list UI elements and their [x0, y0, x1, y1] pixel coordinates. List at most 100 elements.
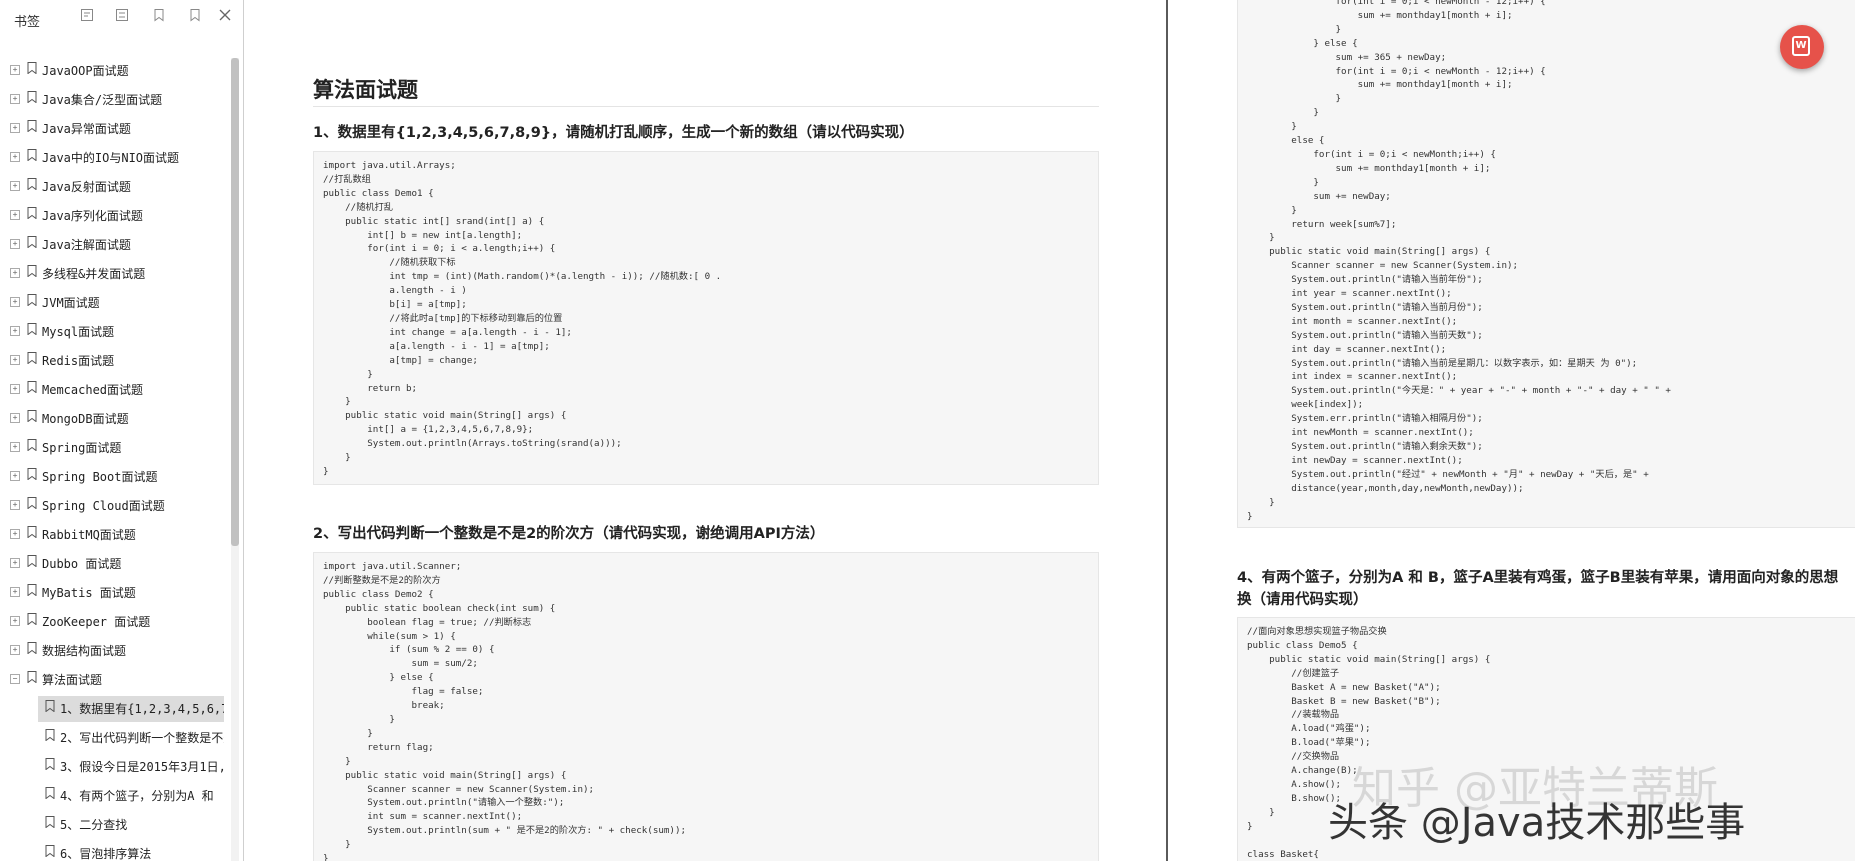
- bookmark-item[interactable]: + Memcached面试题: [0, 377, 232, 406]
- bookmark-item-expanded[interactable]: − 算法面试题: [0, 667, 232, 696]
- bookmark-label: Spring Cloud面试题: [42, 499, 165, 513]
- expand-icon[interactable]: +: [10, 558, 20, 568]
- bookmark-icon[interactable]: [186, 8, 204, 26]
- expand-icon[interactable]: +: [10, 268, 20, 278]
- bookmark-label: Java反射面试题: [42, 180, 131, 194]
- bookmark-icon: [27, 671, 37, 683]
- bookmark-item[interactable]: + Redis面试题: [0, 348, 232, 377]
- bookmark-item[interactable]: + JVM面试题: [0, 290, 232, 319]
- bookmark-panel: 书签 + JavaOOP面试题 + Java集合/泛型面试题 + Java异常面试题 …: [0, 0, 244, 861]
- bookmark-label: Memcached面试题: [42, 383, 144, 397]
- bookmark-icon: [27, 439, 37, 451]
- bookmark-label: Java序列化面试题: [42, 209, 143, 223]
- expand-icon[interactable]: +: [10, 529, 20, 539]
- bookmark-child-item-selected[interactable]: 1、数据里有{1,2,3,4,5,6,7,8,9}: [0, 696, 232, 725]
- bookmark-label: Java注解面试题: [42, 238, 131, 252]
- bookmark-item[interactable]: + MyBatis 面试题: [0, 580, 232, 609]
- bookmark-item[interactable]: + Mysql面试题: [0, 319, 232, 348]
- bookmark-label: 6、冒泡排序算法: [60, 847, 152, 861]
- bookmark-label: MongoDB面试题: [42, 412, 129, 426]
- bookmark-panel-header: 书签: [0, 0, 243, 36]
- bookmark-item[interactable]: + Dubbo 面试题: [0, 551, 232, 580]
- bookmark-icon: [45, 845, 55, 857]
- expand-icon[interactable]: +: [10, 471, 20, 481]
- bookmark-item[interactable]: + ZooKeeper 面试题: [0, 609, 232, 638]
- expand-icon[interactable]: +: [10, 297, 20, 307]
- expand-icon[interactable]: +: [10, 181, 20, 191]
- expand-icon[interactable]: +: [10, 326, 20, 336]
- bookmark-icon: [27, 497, 37, 509]
- bookmark-item[interactable]: + Java中的IO与NIO面试题: [0, 145, 232, 174]
- question-4-title-line2: 换（请用代码实现）: [1237, 592, 1368, 608]
- expand-icon[interactable]: +: [10, 413, 20, 423]
- bookmark-child-item[interactable]: 4、有两个篮子，分别为A 和: [0, 783, 232, 812]
- bookmark-child-item[interactable]: 5、二分查找: [0, 812, 232, 841]
- bookmark-icon: [27, 410, 37, 422]
- bookmark-child-item[interactable]: 2、写出代码判断一个整数是不是2的: [0, 725, 232, 754]
- add-bookmark-icon[interactable]: [150, 8, 168, 26]
- bookmark-item[interactable]: + Spring Boot面试题: [0, 464, 232, 493]
- code-block-q2: import java.util.Scanner; //判断整数是不是2的阶次方…: [313, 552, 1099, 861]
- bookmark-icon: [27, 207, 37, 219]
- expand-icon[interactable]: +: [10, 442, 20, 452]
- title-divider: [313, 106, 1099, 107]
- bookmark-label: JVM面试题: [42, 296, 100, 310]
- bookmark-child-item[interactable]: 6、冒泡排序算法: [0, 841, 232, 861]
- bookmark-icon: [27, 555, 37, 567]
- bookmark-icon: [45, 729, 55, 741]
- bookmark-icon: [27, 352, 37, 364]
- bookmark-item[interactable]: + 数据结构面试题: [0, 638, 232, 667]
- bookmark-label: 3、假设今日是2015年3月1日,: [60, 760, 224, 774]
- bookmark-child-item[interactable]: 3、假设今日是2015年3月1日,: [0, 754, 232, 783]
- bookmark-icon: [45, 758, 55, 770]
- bookmark-icon: [27, 613, 37, 625]
- bookmark-item[interactable]: + 多线程&并发面试题: [0, 261, 232, 290]
- expand-icon[interactable]: +: [10, 616, 20, 626]
- collapse-all-icon[interactable]: [113, 8, 131, 26]
- question-4-title-line1: 4、有两个篮子，分别为A 和 B，篮子A里装有鸡蛋，篮子B里装有苹果，请用面向对…: [1237, 570, 1839, 586]
- bookmark-item[interactable]: + Java异常面试题: [0, 116, 232, 145]
- bookmark-label: 2、写出代码判断一个整数是不是2的: [60, 731, 224, 745]
- expand-icon[interactable]: +: [10, 384, 20, 394]
- bookmark-item[interactable]: + MongoDB面试题: [0, 406, 232, 435]
- floating-tool-button[interactable]: W: [1780, 25, 1824, 69]
- bookmark-item[interactable]: + RabbitMQ面试题: [0, 522, 232, 551]
- code-block-q1: import java.util.Arrays; //打乱数组 public c…: [313, 151, 1099, 485]
- bookmark-icon: [45, 700, 55, 712]
- expand-icon[interactable]: +: [10, 210, 20, 220]
- expand-icon[interactable]: +: [10, 239, 20, 249]
- bookmark-label: Java中的IO与NIO面试题: [42, 151, 180, 165]
- bookmark-tree: + JavaOOP面试题 + Java集合/泛型面试题 + Java异常面试题 + Ja…: [0, 58, 232, 861]
- collapse-icon[interactable]: −: [10, 674, 20, 684]
- bookmark-icon: [27, 120, 37, 132]
- expand-icon[interactable]: +: [10, 355, 20, 365]
- bookmark-label: Spring Boot面试题: [42, 470, 158, 484]
- bookmark-icon: [27, 62, 37, 74]
- bookmark-icon: [27, 468, 37, 480]
- bookmark-label: ZooKeeper 面试题: [42, 615, 151, 629]
- bookmark-icon: [27, 294, 37, 306]
- bookmark-item[interactable]: + Java集合/泛型面试题: [0, 87, 232, 116]
- bookmark-icon: [27, 526, 37, 538]
- code-block-q3-continued: for(int i = 0;i < newMonth - 12;i++) { s…: [1237, 0, 1855, 528]
- bookmark-item[interactable]: + Spring Cloud面试题: [0, 493, 232, 522]
- bookmark-item[interactable]: + Java序列化面试题: [0, 203, 232, 232]
- bookmark-item[interactable]: + Java反射面试题: [0, 174, 232, 203]
- bookmark-item[interactable]: + JavaOOP面试题: [0, 58, 232, 87]
- expand-icon[interactable]: +: [10, 94, 20, 104]
- expand-icon[interactable]: +: [10, 152, 20, 162]
- bookmark-icon: [45, 816, 55, 828]
- sidebar-scrollbar-thumb[interactable]: [231, 58, 239, 546]
- expand-all-icon[interactable]: [78, 8, 96, 26]
- bookmark-icon: [27, 91, 37, 103]
- bookmark-label: 算法面试题: [42, 673, 103, 687]
- expand-icon[interactable]: +: [10, 65, 20, 75]
- bookmark-item[interactable]: + Spring面试题: [0, 435, 232, 464]
- expand-icon[interactable]: +: [10, 500, 20, 510]
- expand-icon[interactable]: +: [10, 645, 20, 655]
- bookmark-item[interactable]: + Java注解面试题: [0, 232, 232, 261]
- close-icon[interactable]: [216, 8, 234, 26]
- expand-icon[interactable]: +: [10, 123, 20, 133]
- question-1-title: 1、数据里有{1,2,3,4,5,6,7,8,9}，请随机打乱顺序，生成一个新的…: [313, 125, 914, 141]
- expand-icon[interactable]: +: [10, 587, 20, 597]
